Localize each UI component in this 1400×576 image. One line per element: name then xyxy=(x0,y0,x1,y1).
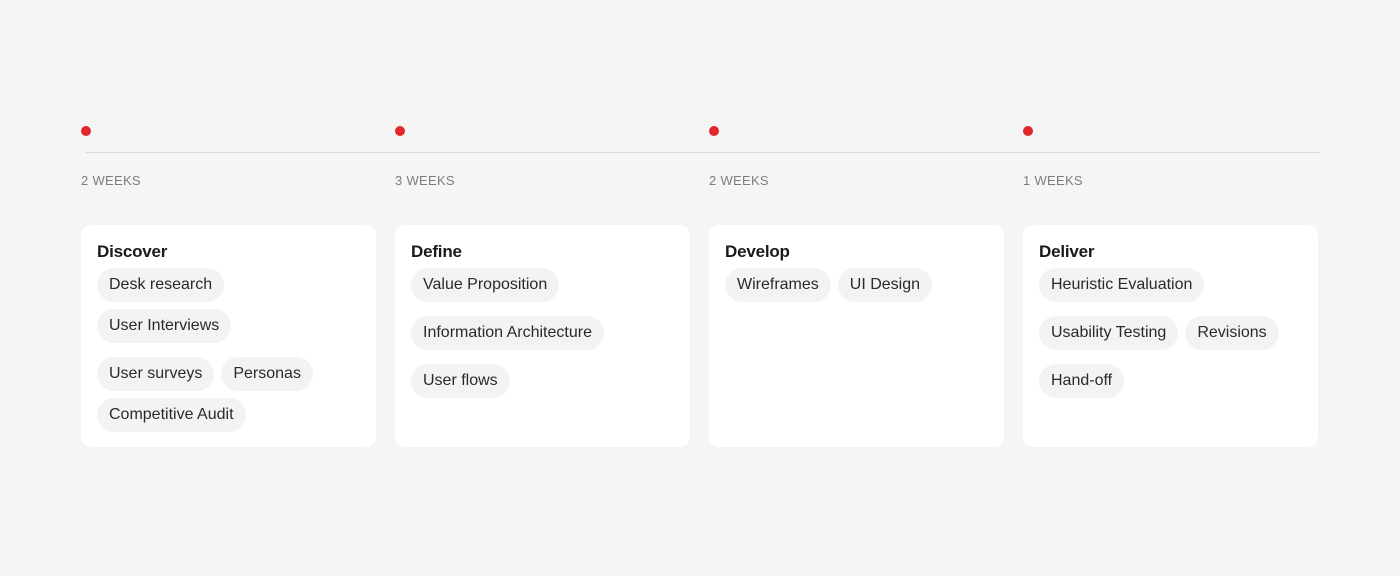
phase-title: Define xyxy=(411,242,462,261)
tag-list: Value Proposition Information Architectu… xyxy=(411,268,674,398)
tag: Heuristic Evaluation xyxy=(1039,268,1205,302)
timeline-line xyxy=(86,152,1320,153)
tag: User flows xyxy=(411,364,510,398)
tag: Usability Testing xyxy=(1039,316,1179,350)
timeline-marker-dot xyxy=(709,126,719,136)
tag-list: Desk research User Interviews User surve… xyxy=(97,268,360,432)
tag: User Interviews xyxy=(97,309,232,343)
phase-title: Deliver xyxy=(1039,242,1095,261)
tag: UI Design xyxy=(837,268,933,302)
phase-title: Discover xyxy=(97,242,168,261)
tag: Competitive Audit xyxy=(97,398,246,432)
phase-card: Deliver Heuristic Evaluation Usability T… xyxy=(1023,225,1318,447)
phase-duration: 2 WEEKS xyxy=(81,173,141,188)
phase-card: Discover Desk research User Interviews U… xyxy=(81,225,376,447)
tag: Wireframes xyxy=(725,268,831,302)
tag-list: Heuristic Evaluation Usability Testing R… xyxy=(1039,268,1302,398)
phase-duration: 1 WEEKS xyxy=(1023,173,1083,188)
tag: User surveys xyxy=(97,357,215,391)
tag-list: Wireframes UI Design xyxy=(725,268,988,302)
timeline-marker-dot xyxy=(1023,126,1033,136)
tag: Personas xyxy=(221,357,313,391)
timeline-marker-dot xyxy=(395,126,405,136)
timeline-marker-dot xyxy=(81,126,91,136)
tag: Desk research xyxy=(97,268,225,302)
phase-duration: 3 WEEKS xyxy=(395,173,455,188)
phase-card: Develop Wireframes UI Design xyxy=(709,225,1004,447)
tag: Hand-off xyxy=(1039,364,1125,398)
tag: Information Architecture xyxy=(411,316,604,350)
phase-title: Develop xyxy=(725,242,790,261)
tag: Revisions xyxy=(1185,316,1279,350)
tag: Value Proposition xyxy=(411,268,560,302)
phase-duration: 2 WEEKS xyxy=(709,173,769,188)
phase-card: Define Value Proposition Information Arc… xyxy=(395,225,690,447)
